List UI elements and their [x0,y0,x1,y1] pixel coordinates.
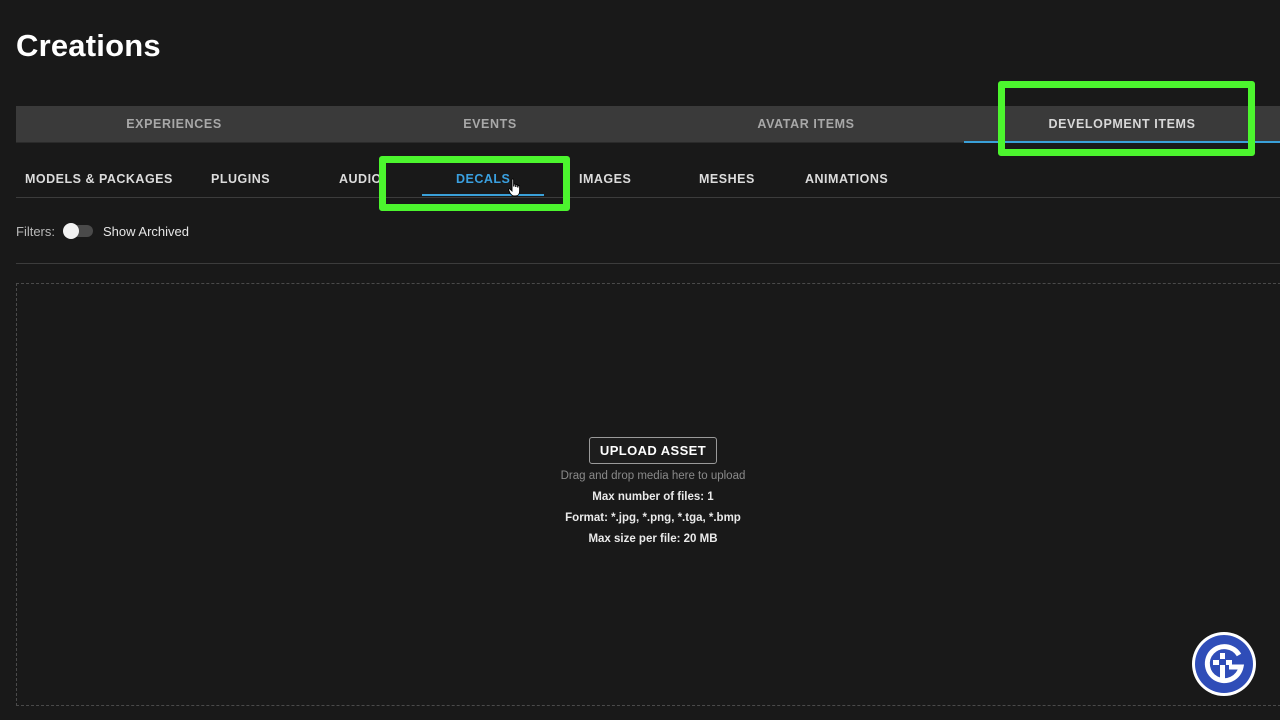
filters-divider [16,263,1280,264]
page-title: Creations [16,28,161,63]
tab-label: EXPERIENCES [126,117,222,131]
drag-drop-hint: Drag and drop media here to upload [560,470,746,482]
tab-development-items[interactable]: DEVELOPMENT ITEMS [964,106,1280,143]
subtab-images[interactable]: IMAGES [579,160,631,197]
subtab-models-packages[interactable]: MODELS & PACKAGES [25,160,173,197]
subtab-decals[interactable]: DECALS [456,160,510,197]
tab-events[interactable]: EVENTS [332,106,648,142]
subtab-plugins[interactable]: PLUGINS [211,160,270,197]
formats-text: Format: *.jpg, *.png, *.tga, *.bmp [565,512,741,524]
upload-asset-button[interactable]: UPLOAD ASSET [589,437,717,464]
tab-label: EVENTS [463,117,517,131]
toggle-knob [63,223,79,239]
subtab-meshes[interactable]: MESHES [699,160,755,197]
subtab-audio[interactable]: AUDIO [339,160,382,197]
show-archived-label: Show Archived [103,223,189,239]
show-archived-toggle[interactable] [63,223,93,239]
active-subtab-underline [422,194,544,196]
top-tab-bar: EXPERIENCES EVENTS AVATAR ITEMS DEVELOPM… [16,106,1280,143]
site-logo-icon [1192,632,1256,696]
tab-avatar-items[interactable]: AVATAR ITEMS [648,106,964,142]
filters-label: Filters: [16,223,55,239]
subtab-animations[interactable]: ANIMATIONS [805,160,888,197]
tab-experiences[interactable]: EXPERIENCES [16,106,332,142]
max-size-text: Max size per file: 20 MB [588,533,718,545]
filters-row: Filters: Show Archived [16,222,189,240]
sub-tab-bar: MODELS & PACKAGES PLUGINS AUDIO DECALS I… [16,160,1280,198]
tab-label: AVATAR ITEMS [757,117,855,131]
max-files-text: Max number of files: 1 [592,491,714,503]
hand-pointer-icon [508,178,521,197]
tab-label: DEVELOPMENT ITEMS [1048,117,1196,131]
